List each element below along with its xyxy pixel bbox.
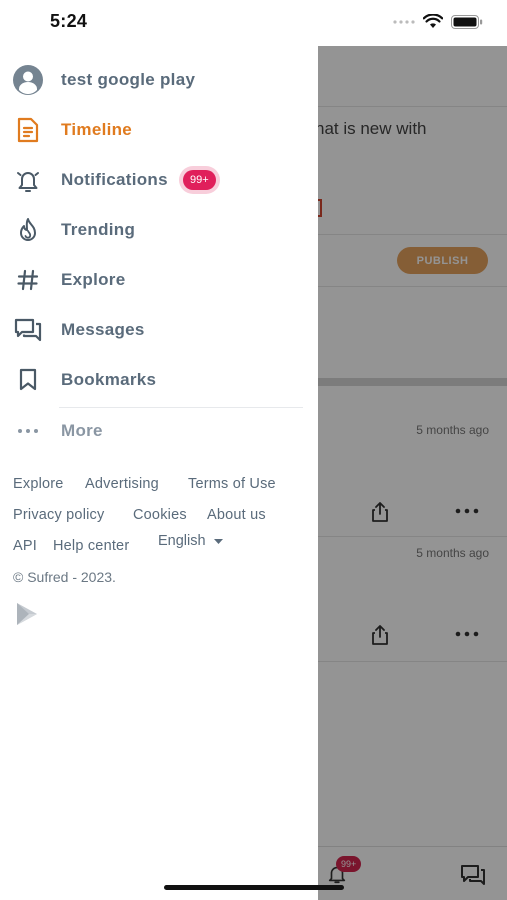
menu-item-messages[interactable]: Messages [0,307,318,353]
wifi-icon [423,14,443,28]
menu-item-label: Timeline [61,120,133,139]
bookmark-icon [13,365,43,395]
language-value: English [158,533,206,549]
caret-down-icon [213,538,223,544]
menu-item-trending[interactable]: Trending [0,207,318,253]
hashtag-icon [13,265,43,295]
menu-item-notifications[interactable]: Notifications 99+ [0,157,318,203]
footer-link-cookies[interactable]: Cookies [133,507,187,523]
menu-item-label: Trending [61,220,136,239]
footer-link-api[interactable]: API [13,538,37,554]
status-bar: 5:24 [0,0,507,46]
signal-dots-icon [393,19,415,24]
flame-icon [13,215,43,245]
language-select[interactable]: English [158,533,223,549]
battery-icon [451,14,483,29]
footer-link-explore[interactable]: Explore [13,476,64,492]
menu-item-bookmarks[interactable]: Bookmarks [0,357,318,403]
menu-item-label: Messages [61,320,145,339]
profile-name: test google play [61,70,196,89]
menu-item-label: Notifications [61,170,168,189]
menu-item-label: Bookmarks [61,370,157,389]
footer-link-help[interactable]: Help center [53,538,129,554]
menu-item-label: More [61,421,103,440]
menu-item-explore[interactable]: Explore [0,257,318,303]
footer-link-terms[interactable]: Terms of Use [188,476,276,492]
messages-icon [13,315,43,345]
timeline-icon [13,115,43,145]
side-drawer: test google play Timeline Notifications … [0,46,318,900]
bell-icon [13,165,43,195]
app-screen: 5:24 hat is new with PUBLISH 5 months ag… [0,0,507,900]
menu-item-timeline[interactable]: Timeline [0,107,318,153]
footer-link-about[interactable]: About us [207,507,266,523]
more-dots-icon [13,416,43,446]
footer-link-privacy[interactable]: Privacy policy [13,507,104,523]
status-time: 5:24 [50,11,88,31]
home-indicator[interactable] [164,885,344,890]
google-play-icon[interactable] [15,602,41,626]
status-icons [393,14,483,29]
avatar [13,65,43,95]
notification-badge: 99+ [183,170,216,190]
profile-item[interactable]: test google play [0,57,318,103]
footer-link-advertising[interactable]: Advertising [85,476,159,492]
copyright-text: © Sufred - 2023. [13,569,116,585]
menu-item-label: Explore [61,270,126,289]
menu-item-more[interactable]: More [0,408,318,454]
